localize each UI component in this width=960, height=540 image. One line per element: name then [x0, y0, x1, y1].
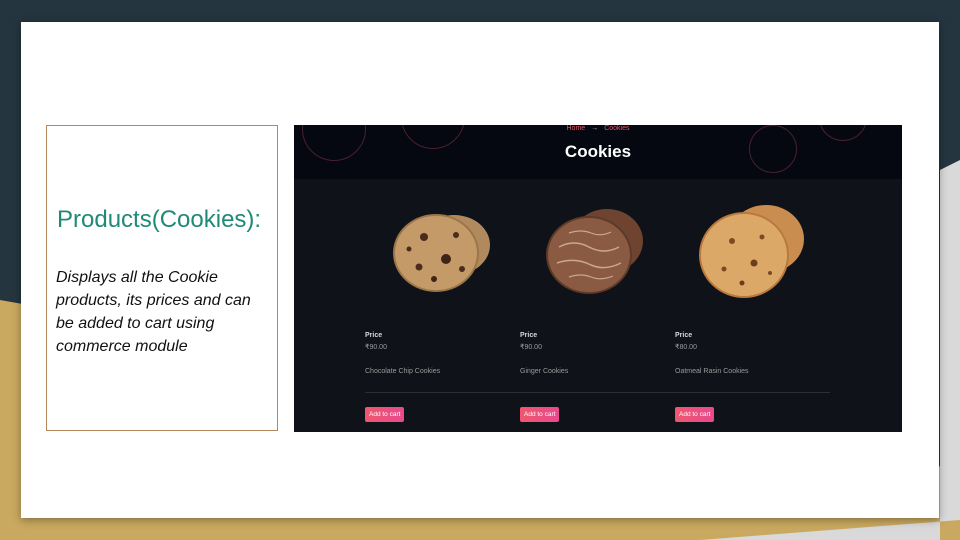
breadcrumb: Home → Cookies	[294, 125, 902, 132]
add-to-cart-button[interactable]: Add to cart	[365, 407, 405, 422]
page-title: Cookies	[564, 142, 632, 161]
product-price-label: Price	[365, 332, 383, 339]
product-image-oatmeal[interactable]	[684, 197, 824, 317]
product-price-label: Price	[520, 332, 538, 339]
product-image-chocolate-chip[interactable]	[374, 197, 514, 317]
breadcrumb-arrow-icon: →	[591, 125, 599, 132]
page-hero: Home → Cookies Cookies	[294, 125, 902, 179]
slide-heading: Products(Cookies):	[57, 206, 262, 233]
product-price-label: Price	[675, 332, 693, 339]
product-price: ₹90.00	[520, 344, 542, 351]
divider	[365, 392, 830, 393]
website-screenshot: Home → Cookies Cookies Price ₹90.00 Choc…	[294, 125, 902, 432]
breadcrumb-home-link[interactable]: Home	[567, 125, 586, 132]
description-textbox: Products(Cookies): Displays all the Cook…	[46, 125, 278, 431]
product-price: ₹80.00	[675, 344, 697, 351]
add-to-cart-button[interactable]: Add to cart	[520, 407, 560, 422]
add-to-cart-button[interactable]: Add to cart	[675, 407, 715, 422]
slide-description: Displays all the Cookie products, its pr…	[56, 269, 251, 355]
product-name[interactable]: Chocolate Chip Cookies	[365, 368, 440, 375]
product-price: ₹90.00	[365, 344, 387, 351]
breadcrumb-current: Cookies	[604, 125, 630, 132]
product-name[interactable]: Ginger Cookies	[520, 368, 568, 375]
product-name[interactable]: Oatmeal Rasin Cookies	[675, 368, 749, 375]
product-image-ginger[interactable]	[529, 197, 669, 317]
